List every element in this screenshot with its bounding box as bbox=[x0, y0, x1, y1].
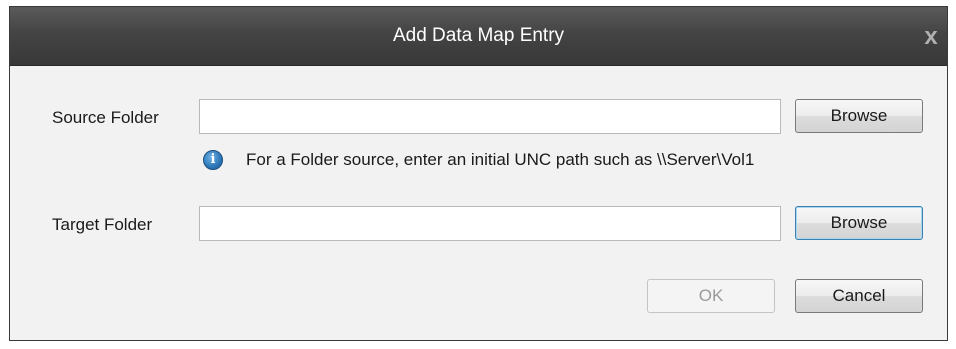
title-bar[interactable]: Add Data Map Entry x bbox=[10, 7, 947, 66]
unc-path-hint: For a Folder source, enter an initial UN… bbox=[246, 150, 755, 169]
target-folder-input[interactable] bbox=[199, 206, 781, 241]
target-folder-label: Target Folder bbox=[52, 215, 153, 234]
source-browse-button[interactable]: Browse bbox=[795, 99, 923, 133]
close-icon[interactable]: x bbox=[919, 25, 943, 49]
add-data-map-entry-dialog: Add Data Map Entry x Source Folder Brows… bbox=[9, 6, 948, 341]
ok-button[interactable]: OK bbox=[647, 279, 775, 313]
info-icon: i bbox=[203, 150, 223, 170]
source-folder-input[interactable] bbox=[199, 99, 781, 134]
source-folder-label: Source Folder bbox=[52, 108, 159, 127]
cancel-button[interactable]: Cancel bbox=[795, 279, 923, 313]
dialog-title: Add Data Map Entry bbox=[392, 25, 565, 46]
target-browse-button[interactable]: Browse bbox=[795, 206, 923, 240]
